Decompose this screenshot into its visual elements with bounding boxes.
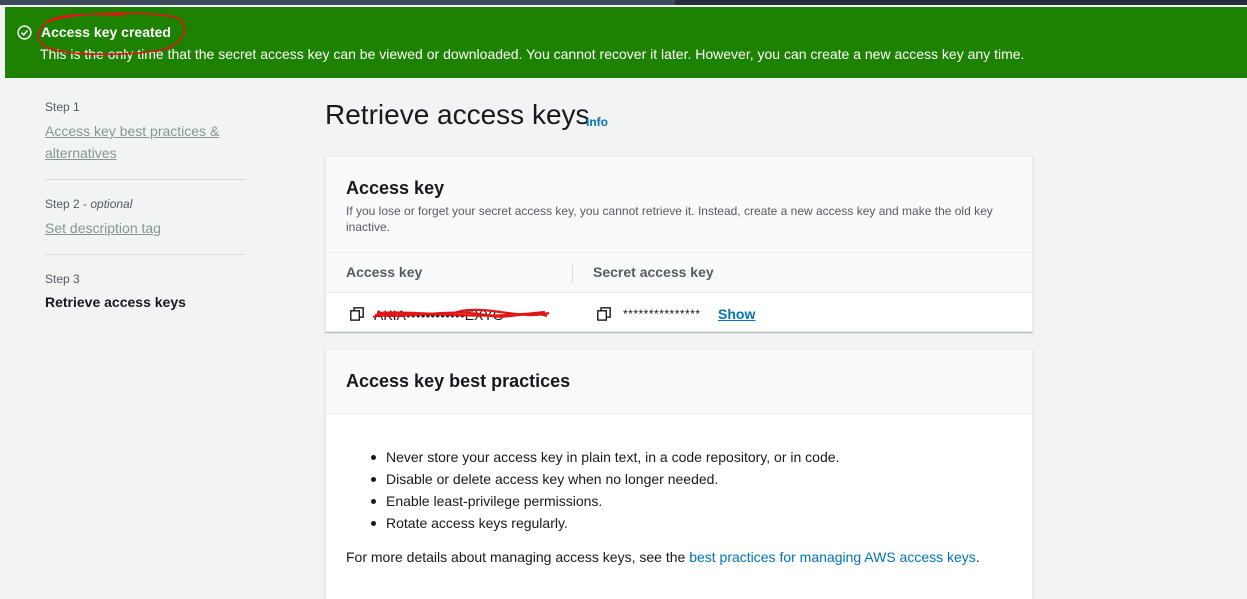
step-2-link[interactable]: Set description tag [45,217,161,239]
access-key-heading: Access key [346,178,445,198]
step-divider [45,179,245,180]
list-item: Enable least-privilege permissions. [371,490,839,512]
step-divider [45,254,245,255]
list-item: Disable or delete access key when no lon… [371,468,839,490]
best-practices-card-header: Access key best practices [326,350,1032,414]
step-3-number: Step 3 [45,272,80,286]
copy-icon[interactable] [350,307,364,321]
step-1: Step 1 Access key best practices & alter… [45,100,225,164]
top-strip-segment [0,0,675,5]
red-redaction-scribble [372,308,550,319]
copy-icon[interactable] [597,307,611,321]
browser-top-strip [0,0,1247,5]
key-table-header: Access key Secret access key [326,254,1032,293]
step-3: Step 3 Retrieve access keys [45,272,186,310]
access-key-card: Access key If you lose or forget your se… [325,156,1033,332]
list-item: Rotate access keys regularly. [371,512,839,534]
access-key-column-header: Access key [346,264,423,280]
page-title: Retrieve access keys [325,99,590,130]
list-item: Never store your access key in plain tex… [371,446,839,468]
info-link[interactable]: Info [586,115,608,129]
best-practices-card: Access key best practices Never store yo… [325,349,1033,599]
access-key-description: If you lose or forget your secret access… [346,204,993,234]
step-2-number: Step 2 - optional [45,197,133,211]
step-2-optional: optional [90,197,133,211]
secret-key-column-header: Secret access key [593,264,714,280]
best-practices-list: Never store your access key in plain tex… [371,446,839,534]
red-annotation-circle [37,12,186,56]
step-3-current-label: Retrieve access keys [45,294,186,310]
access-key-card-header: Access key If you lose or forget your se… [326,157,1032,253]
step-1-link[interactable]: Access key best practices & alternatives [45,120,225,164]
secret-key-masked: *************** [623,307,701,321]
step-2: Step 2 - optional Set description tag [45,197,161,239]
best-practices-heading: Access key best practices [346,371,571,391]
best-practices-link[interactable]: best practices for managing AWS access k… [689,549,976,565]
show-secret-link[interactable]: Show [718,306,755,322]
more-details-text: For more details about managing access k… [346,549,980,565]
column-separator [572,265,573,283]
step-1-number: Step 1 [45,100,80,114]
success-flash-banner: Access key created This is the only time… [5,7,1247,78]
